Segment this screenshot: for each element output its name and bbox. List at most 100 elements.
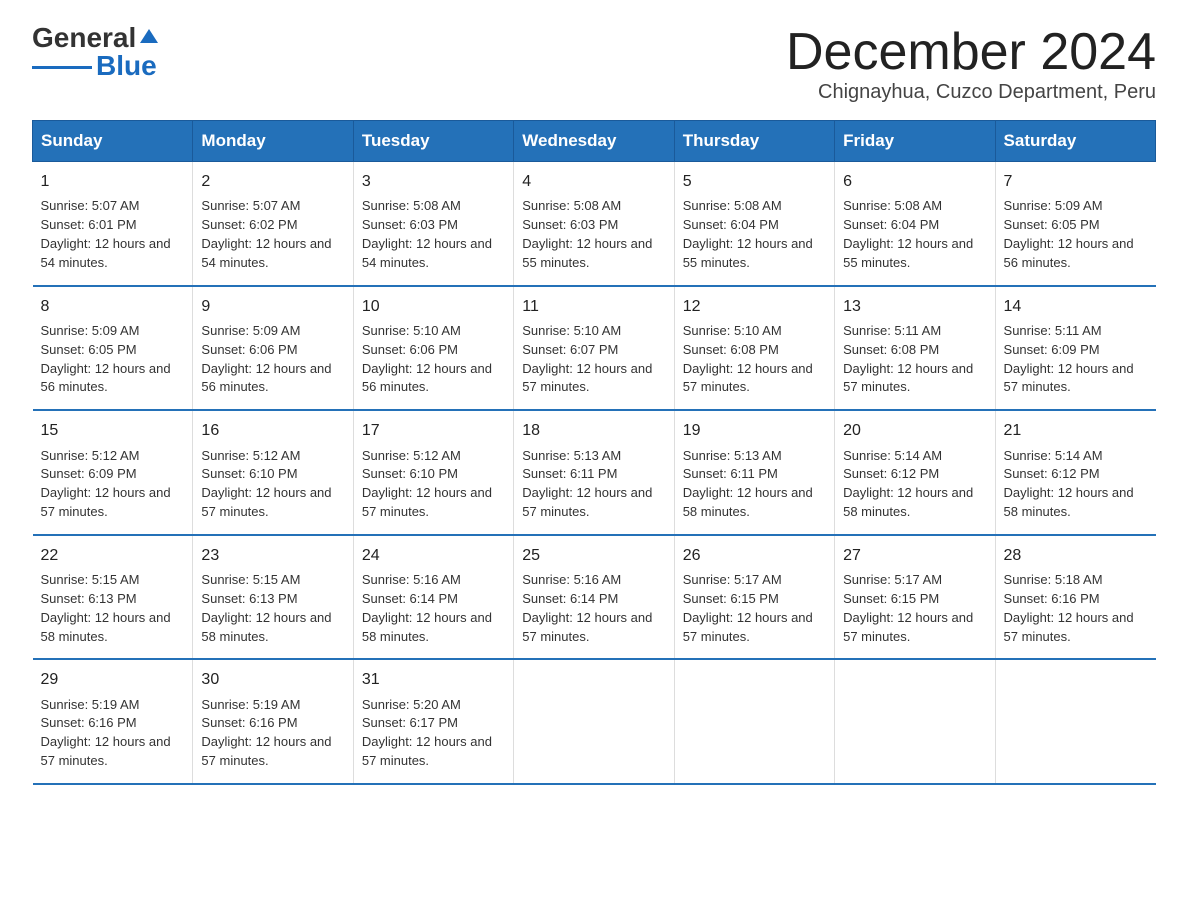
header-wednesday: Wednesday — [514, 121, 674, 162]
day-number: 3 — [362, 170, 505, 193]
day-info: Sunrise: 5:13 AMSunset: 6:11 PMDaylight:… — [522, 448, 652, 520]
calendar-cell: 5 Sunrise: 5:08 AMSunset: 6:04 PMDayligh… — [674, 162, 834, 286]
calendar-cell — [514, 659, 674, 784]
calendar-cell: 4 Sunrise: 5:08 AMSunset: 6:03 PMDayligh… — [514, 162, 674, 286]
header-monday: Monday — [193, 121, 353, 162]
day-number: 22 — [41, 544, 185, 567]
calendar-cell: 2 Sunrise: 5:07 AMSunset: 6:02 PMDayligh… — [193, 162, 353, 286]
day-info: Sunrise: 5:14 AMSunset: 6:12 PMDaylight:… — [843, 448, 973, 520]
calendar-cell: 26 Sunrise: 5:17 AMSunset: 6:15 PMDaylig… — [674, 535, 834, 660]
day-info: Sunrise: 5:07 AMSunset: 6:01 PMDaylight:… — [41, 198, 171, 270]
calendar-cell: 27 Sunrise: 5:17 AMSunset: 6:15 PMDaylig… — [835, 535, 995, 660]
calendar-cell: 16 Sunrise: 5:12 AMSunset: 6:10 PMDaylig… — [193, 410, 353, 535]
day-number: 29 — [41, 668, 185, 691]
calendar-week-row: 22 Sunrise: 5:15 AMSunset: 6:13 PMDaylig… — [33, 535, 1156, 660]
header-saturday: Saturday — [995, 121, 1155, 162]
page-title: December 2024 — [786, 24, 1156, 81]
day-info: Sunrise: 5:08 AMSunset: 6:03 PMDaylight:… — [362, 198, 492, 270]
day-info: Sunrise: 5:14 AMSunset: 6:12 PMDaylight:… — [1004, 448, 1134, 520]
calendar-cell: 7 Sunrise: 5:09 AMSunset: 6:05 PMDayligh… — [995, 162, 1155, 286]
logo-blue: Blue — [96, 52, 157, 80]
calendar-cell: 12 Sunrise: 5:10 AMSunset: 6:08 PMDaylig… — [674, 286, 834, 411]
calendar-cell: 24 Sunrise: 5:16 AMSunset: 6:14 PMDaylig… — [353, 535, 513, 660]
day-number: 5 — [683, 170, 826, 193]
day-number: 30 — [201, 668, 344, 691]
day-number: 12 — [683, 295, 826, 318]
day-info: Sunrise: 5:12 AMSunset: 6:10 PMDaylight:… — [201, 448, 331, 520]
day-number: 15 — [41, 419, 185, 442]
day-info: Sunrise: 5:11 AMSunset: 6:08 PMDaylight:… — [843, 323, 973, 395]
day-info: Sunrise: 5:12 AMSunset: 6:10 PMDaylight:… — [362, 448, 492, 520]
day-number: 26 — [683, 544, 826, 567]
calendar-cell: 20 Sunrise: 5:14 AMSunset: 6:12 PMDaylig… — [835, 410, 995, 535]
calendar-cell: 15 Sunrise: 5:12 AMSunset: 6:09 PMDaylig… — [33, 410, 193, 535]
calendar-table: SundayMondayTuesdayWednesdayThursdayFrid… — [32, 120, 1156, 785]
day-info: Sunrise: 5:08 AMSunset: 6:04 PMDaylight:… — [843, 198, 973, 270]
day-info: Sunrise: 5:15 AMSunset: 6:13 PMDaylight:… — [41, 572, 171, 644]
calendar-cell: 6 Sunrise: 5:08 AMSunset: 6:04 PMDayligh… — [835, 162, 995, 286]
page-header: General Blue December 2024 Chignayhua, C… — [32, 24, 1156, 104]
day-info: Sunrise: 5:16 AMSunset: 6:14 PMDaylight:… — [362, 572, 492, 644]
day-info: Sunrise: 5:19 AMSunset: 6:16 PMDaylight:… — [41, 697, 171, 769]
calendar-cell: 8 Sunrise: 5:09 AMSunset: 6:05 PMDayligh… — [33, 286, 193, 411]
logo-triangle-icon — [138, 25, 160, 47]
day-number: 18 — [522, 419, 665, 442]
header-tuesday: Tuesday — [353, 121, 513, 162]
day-number: 27 — [843, 544, 986, 567]
header-thursday: Thursday — [674, 121, 834, 162]
day-number: 17 — [362, 419, 505, 442]
calendar-cell: 17 Sunrise: 5:12 AMSunset: 6:10 PMDaylig… — [353, 410, 513, 535]
day-number: 11 — [522, 295, 665, 318]
calendar-cell: 21 Sunrise: 5:14 AMSunset: 6:12 PMDaylig… — [995, 410, 1155, 535]
day-info: Sunrise: 5:15 AMSunset: 6:13 PMDaylight:… — [201, 572, 331, 644]
day-number: 2 — [201, 170, 344, 193]
day-number: 25 — [522, 544, 665, 567]
day-number: 4 — [522, 170, 665, 193]
calendar-cell: 9 Sunrise: 5:09 AMSunset: 6:06 PMDayligh… — [193, 286, 353, 411]
day-info: Sunrise: 5:17 AMSunset: 6:15 PMDaylight:… — [683, 572, 813, 644]
calendar-week-row: 8 Sunrise: 5:09 AMSunset: 6:05 PMDayligh… — [33, 286, 1156, 411]
calendar-cell: 1 Sunrise: 5:07 AMSunset: 6:01 PMDayligh… — [33, 162, 193, 286]
day-number: 24 — [362, 544, 505, 567]
day-number: 19 — [683, 419, 826, 442]
calendar-cell: 13 Sunrise: 5:11 AMSunset: 6:08 PMDaylig… — [835, 286, 995, 411]
calendar-cell — [995, 659, 1155, 784]
page-subtitle: Chignayhua, Cuzco Department, Peru — [786, 81, 1156, 104]
day-info: Sunrise: 5:17 AMSunset: 6:15 PMDaylight:… — [843, 572, 973, 644]
day-info: Sunrise: 5:10 AMSunset: 6:07 PMDaylight:… — [522, 323, 652, 395]
day-number: 20 — [843, 419, 986, 442]
calendar-cell — [835, 659, 995, 784]
day-number: 14 — [1004, 295, 1148, 318]
day-number: 6 — [843, 170, 986, 193]
day-info: Sunrise: 5:10 AMSunset: 6:08 PMDaylight:… — [683, 323, 813, 395]
day-info: Sunrise: 5:09 AMSunset: 6:05 PMDaylight:… — [41, 323, 171, 395]
calendar-cell: 11 Sunrise: 5:10 AMSunset: 6:07 PMDaylig… — [514, 286, 674, 411]
day-number: 9 — [201, 295, 344, 318]
day-number: 10 — [362, 295, 505, 318]
calendar-cell: 28 Sunrise: 5:18 AMSunset: 6:16 PMDaylig… — [995, 535, 1155, 660]
calendar-cell: 3 Sunrise: 5:08 AMSunset: 6:03 PMDayligh… — [353, 162, 513, 286]
day-info: Sunrise: 5:12 AMSunset: 6:09 PMDaylight:… — [41, 448, 171, 520]
day-info: Sunrise: 5:08 AMSunset: 6:04 PMDaylight:… — [683, 198, 813, 270]
day-number: 28 — [1004, 544, 1148, 567]
calendar-cell: 29 Sunrise: 5:19 AMSunset: 6:16 PMDaylig… — [33, 659, 193, 784]
day-number: 23 — [201, 544, 344, 567]
day-info: Sunrise: 5:11 AMSunset: 6:09 PMDaylight:… — [1004, 323, 1134, 395]
day-info: Sunrise: 5:13 AMSunset: 6:11 PMDaylight:… — [683, 448, 813, 520]
calendar-week-row: 1 Sunrise: 5:07 AMSunset: 6:01 PMDayligh… — [33, 162, 1156, 286]
day-number: 16 — [201, 419, 344, 442]
day-number: 13 — [843, 295, 986, 318]
calendar-cell: 18 Sunrise: 5:13 AMSunset: 6:11 PMDaylig… — [514, 410, 674, 535]
calendar-cell: 10 Sunrise: 5:10 AMSunset: 6:06 PMDaylig… — [353, 286, 513, 411]
calendar-cell: 19 Sunrise: 5:13 AMSunset: 6:11 PMDaylig… — [674, 410, 834, 535]
day-number: 8 — [41, 295, 185, 318]
calendar-cell: 30 Sunrise: 5:19 AMSunset: 6:16 PMDaylig… — [193, 659, 353, 784]
day-info: Sunrise: 5:09 AMSunset: 6:05 PMDaylight:… — [1004, 198, 1134, 270]
calendar-cell: 22 Sunrise: 5:15 AMSunset: 6:13 PMDaylig… — [33, 535, 193, 660]
day-number: 31 — [362, 668, 505, 691]
logo-general: General — [32, 24, 136, 52]
day-number: 7 — [1004, 170, 1148, 193]
day-info: Sunrise: 5:16 AMSunset: 6:14 PMDaylight:… — [522, 572, 652, 644]
calendar-cell: 14 Sunrise: 5:11 AMSunset: 6:09 PMDaylig… — [995, 286, 1155, 411]
calendar-cell — [674, 659, 834, 784]
